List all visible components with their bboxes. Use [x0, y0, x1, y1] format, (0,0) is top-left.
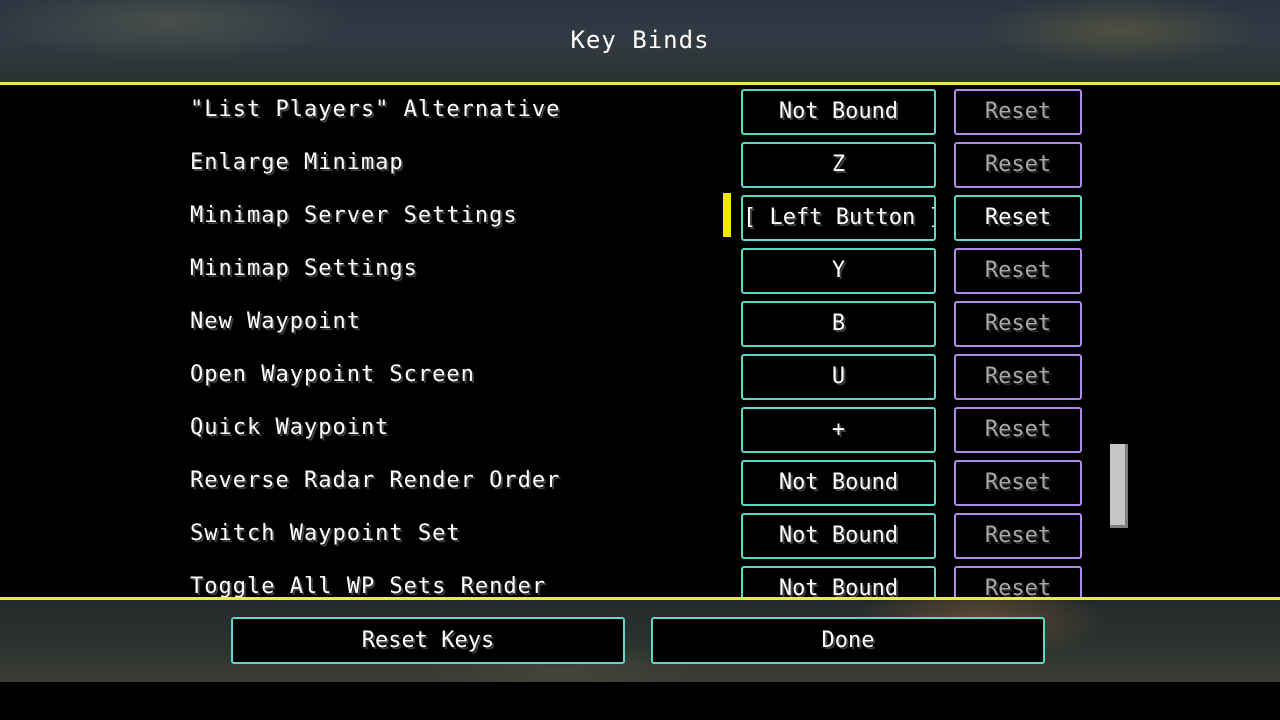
keybind-row: Toggle All WP Sets Render Not Bound Rese… — [0, 564, 1280, 597]
keybind-action-label: Minimap Server Settings — [190, 203, 518, 228]
keybind-action-label: Open Waypoint Screen — [190, 362, 475, 387]
key-binding-button-listening[interactable]: [ Left Button ] — [741, 195, 936, 241]
reset-binding-button[interactable]: Reset — [954, 195, 1082, 241]
keybind-action-label: Minimap Settings — [190, 256, 418, 281]
keybind-action-label: Switch Waypoint Set — [190, 521, 461, 546]
scrollbar-thumb[interactable] — [1110, 444, 1128, 528]
page-title: Key Binds — [570, 26, 710, 54]
keybind-row: New Waypoint B Reset — [0, 299, 1280, 347]
keybind-action-label: Reverse Radar Render Order — [190, 468, 561, 493]
reset-binding-button[interactable]: Reset — [954, 460, 1082, 506]
key-binding-button[interactable]: Z — [741, 142, 936, 188]
keybind-list[interactable]: "List Players" Alternative Not Bound Res… — [0, 85, 1280, 597]
key-binding-button[interactable]: B — [741, 301, 936, 347]
reset-binding-button[interactable]: Reset — [954, 513, 1082, 559]
listening-indicator — [723, 193, 731, 237]
key-binds-screen: Key Binds "List Players" Alternative Not… — [0, 0, 1280, 720]
keybind-action-label: Toggle All WP Sets Render — [190, 574, 547, 597]
key-binding-button[interactable]: + — [741, 407, 936, 453]
keybind-row: "List Players" Alternative Not Bound Res… — [0, 87, 1280, 135]
keybind-action-label: "List Players" Alternative — [190, 97, 561, 122]
keybind-row: Minimap Settings Y Reset — [0, 246, 1280, 294]
reset-binding-button[interactable]: Reset — [954, 407, 1082, 453]
keybind-action-label: Enlarge Minimap — [190, 150, 404, 175]
keybind-action-label: Quick Waypoint — [190, 415, 390, 440]
keybind-row: Enlarge Minimap Z Reset — [0, 140, 1280, 188]
done-button[interactable]: Done — [651, 617, 1045, 664]
letterbox-strip — [0, 682, 1280, 720]
keybind-action-label: New Waypoint — [190, 309, 361, 334]
reset-binding-button[interactable]: Reset — [954, 354, 1082, 400]
footer-background — [0, 600, 1280, 682]
keybind-row: Switch Waypoint Set Not Bound Reset — [0, 511, 1280, 559]
reset-binding-button[interactable]: Reset — [954, 142, 1082, 188]
reset-binding-button[interactable]: Reset — [954, 248, 1082, 294]
reset-binding-button[interactable]: Reset — [954, 301, 1082, 347]
keybind-row: Quick Waypoint + Reset — [0, 405, 1280, 453]
key-binding-button[interactable]: Not Bound — [741, 89, 936, 135]
key-binding-button[interactable]: U — [741, 354, 936, 400]
key-binding-button[interactable]: Y — [741, 248, 936, 294]
key-binding-button[interactable]: Not Bound — [741, 513, 936, 559]
reset-keys-button[interactable]: Reset Keys — [231, 617, 625, 664]
keybind-row: Open Waypoint Screen U Reset — [0, 352, 1280, 400]
keybind-row: Reverse Radar Render Order Not Bound Res… — [0, 458, 1280, 506]
keybind-row: Minimap Server Settings [ Left Button ] … — [0, 193, 1280, 241]
reset-binding-button[interactable]: Reset — [954, 566, 1082, 597]
key-binding-button[interactable]: Not Bound — [741, 566, 936, 597]
reset-binding-button[interactable]: Reset — [954, 89, 1082, 135]
key-binding-button[interactable]: Not Bound — [741, 460, 936, 506]
